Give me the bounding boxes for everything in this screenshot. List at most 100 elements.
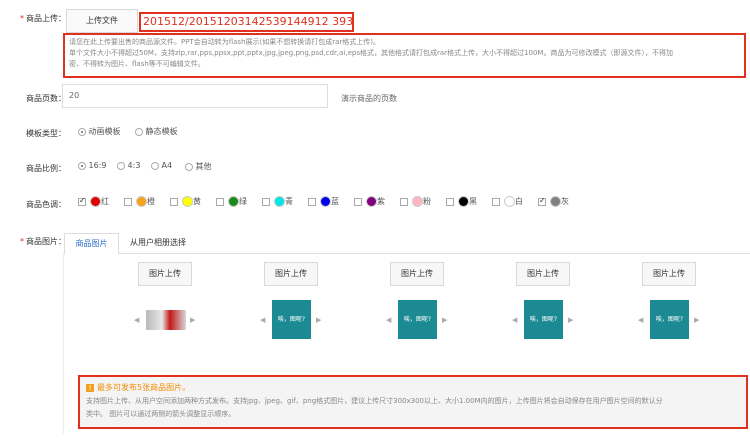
tab-user-album[interactable]: 从用户相册选择 [122,233,194,254]
move-left-icon[interactable]: ◀ [512,316,517,324]
checkbox-icon[interactable] [354,197,362,206]
color-swatch [274,196,285,207]
radio-icon[interactable] [151,161,159,170]
images-label: * 商品图片： [6,236,66,247]
color-option-green[interactable]: 绿 [216,196,247,207]
checkbox-icon[interactable] [446,197,454,206]
ratio-option-16-9[interactable]: 16:9 [78,161,107,170]
radio-selected-icon[interactable] [78,161,86,170]
radio-icon[interactable] [185,162,193,171]
template-option-static[interactable]: 静态模板 [135,126,178,137]
checkbox-icon[interactable] [492,197,500,206]
template-option-animated[interactable]: 动画模板 [78,126,121,137]
radio-icon[interactable] [135,127,143,136]
color-options: 红橙黄绿青蓝紫粉黑白灰 [78,195,738,211]
ratio-option-other[interactable]: 其他 [185,161,212,172]
ratio-option-label: 16:9 [88,161,107,170]
ratio-option-label: 其他 [195,162,212,171]
warning-line-2: 类中。 图片可以通过两侧的箭头调整显示顺序。 [86,410,236,418]
required-mark: * [20,14,24,23]
color-swatch [458,196,469,207]
move-left-icon[interactable]: ◀ [134,316,139,324]
color-option-white[interactable]: 白 [492,196,523,207]
color-option-black[interactable]: 黑 [446,196,477,207]
ratio-option-4-3[interactable]: 4:3 [117,161,140,170]
pages-label: 商品页数： [26,94,66,103]
empty-image-thumbnail: 唉，图呢? [272,300,311,339]
checkbox-icon[interactable] [262,197,270,206]
radio-selected-icon[interactable] [78,127,86,136]
ratio-option-label: 4:3 [127,161,141,170]
color-option-label: 紫 [377,197,385,206]
color-option-blue[interactable]: 蓝 [308,196,339,207]
pages-input[interactable]: 20 [62,84,328,108]
color-option-label: 橙 [147,197,155,206]
color-swatch [550,196,561,207]
warning-line-1: 支持图片上传、从用户空间添加两种方式发布。支持jpg、jpeg、gif、png格… [86,397,663,405]
warning-title: 最多可发布5张商品图片。 [97,383,191,392]
color-swatch [320,196,331,207]
checkbox-checked-icon[interactable] [78,196,86,206]
color-option-label: 白 [515,197,523,206]
ratio-option-label: A4 [161,161,173,170]
checkbox-icon[interactable] [400,197,408,206]
color-option-gray[interactable]: 灰 [538,196,569,207]
image-upload-button[interactable]: 图片上传 [642,262,696,286]
color-option-pink[interactable]: 粉 [400,196,431,207]
color-option-red[interactable]: 红 [78,196,109,207]
move-right-icon[interactable]: ▶ [694,316,699,324]
move-right-icon[interactable]: ▶ [442,316,447,324]
product-photo-thumbnail [146,310,186,330]
checkbox-icon[interactable] [170,197,178,206]
tab-product-images[interactable]: 商品图片 [64,233,119,255]
checkbox-checked-icon[interactable] [538,196,546,206]
required-mark: * [20,237,24,246]
color-option-label: 粉 [423,197,431,206]
radio-icon[interactable] [117,161,125,170]
color-swatch [412,196,423,207]
upload-hint-line-1: 请您在此上传要出售的商品源文件。PPT会自动转为flash展示(如果不想转换请打… [69,38,381,46]
color-option-label: 灰 [561,197,569,206]
image-warning-box: ! 最多可发布5张商品图片。 支持图片上传、从用户空间添加两种方式发布。支持jpg… [78,375,748,429]
move-right-icon[interactable]: ▶ [568,316,573,324]
image-upload-button[interactable]: 图片上传 [516,262,570,286]
pages-hint: 演示商品的页数 [341,94,397,103]
images-label-text: 商品图片： [26,237,66,246]
color-option-yellow[interactable]: 黄 [170,196,201,207]
move-left-icon[interactable]: ◀ [260,316,265,324]
color-option-orange[interactable]: 橙 [124,196,155,207]
image-upload-button[interactable]: 图片上传 [390,262,444,286]
template-option-label: 动画模板 [88,127,121,136]
image-upload-button[interactable]: 图片上传 [138,262,192,286]
move-left-icon[interactable]: ◀ [386,316,391,324]
color-swatch [136,196,147,207]
checkbox-icon[interactable] [308,197,316,206]
color-option-label: 红 [101,197,109,206]
color-option-label: 青 [285,197,293,206]
checkbox-icon[interactable] [216,197,224,206]
upload-label: * 商品上传： [6,13,66,24]
empty-image-thumbnail: 唉，图呢? [650,300,689,339]
upload-hint-box: 请您在此上传要出售的商品源文件。PPT会自动转为flash展示(如果不想转换请打… [63,33,746,78]
color-swatch [366,196,377,207]
move-right-icon[interactable]: ▶ [316,316,321,324]
color-option-label: 蓝 [331,197,339,206]
color-option-label: 黑 [469,197,477,206]
color-option-label: 黄 [193,197,201,206]
ratio-option-a4[interactable]: A4 [151,161,172,170]
color-option-cyan[interactable]: 青 [262,196,293,207]
image-upload-button[interactable]: 图片上传 [264,262,318,286]
empty-image-thumbnail: 唉，图呢? [398,300,437,339]
upload-label-text: 商品上传： [26,14,66,23]
empty-image-thumbnail: 唉，图呢? [524,300,563,339]
colors-label: 商品色调： [26,200,66,209]
checkbox-icon[interactable] [124,197,132,206]
color-option-purple[interactable]: 紫 [354,196,385,207]
color-swatch [182,196,193,207]
color-option-label: 绿 [239,197,247,206]
move-left-icon[interactable]: ◀ [638,316,643,324]
move-right-icon[interactable]: ▶ [190,316,195,324]
template-option-label: 静态模板 [145,127,178,136]
uploaded-file-path: 201512/20151203142539144912 3939.29.pp [139,12,354,32]
upload-file-button[interactable]: 上传文件 [66,9,138,33]
